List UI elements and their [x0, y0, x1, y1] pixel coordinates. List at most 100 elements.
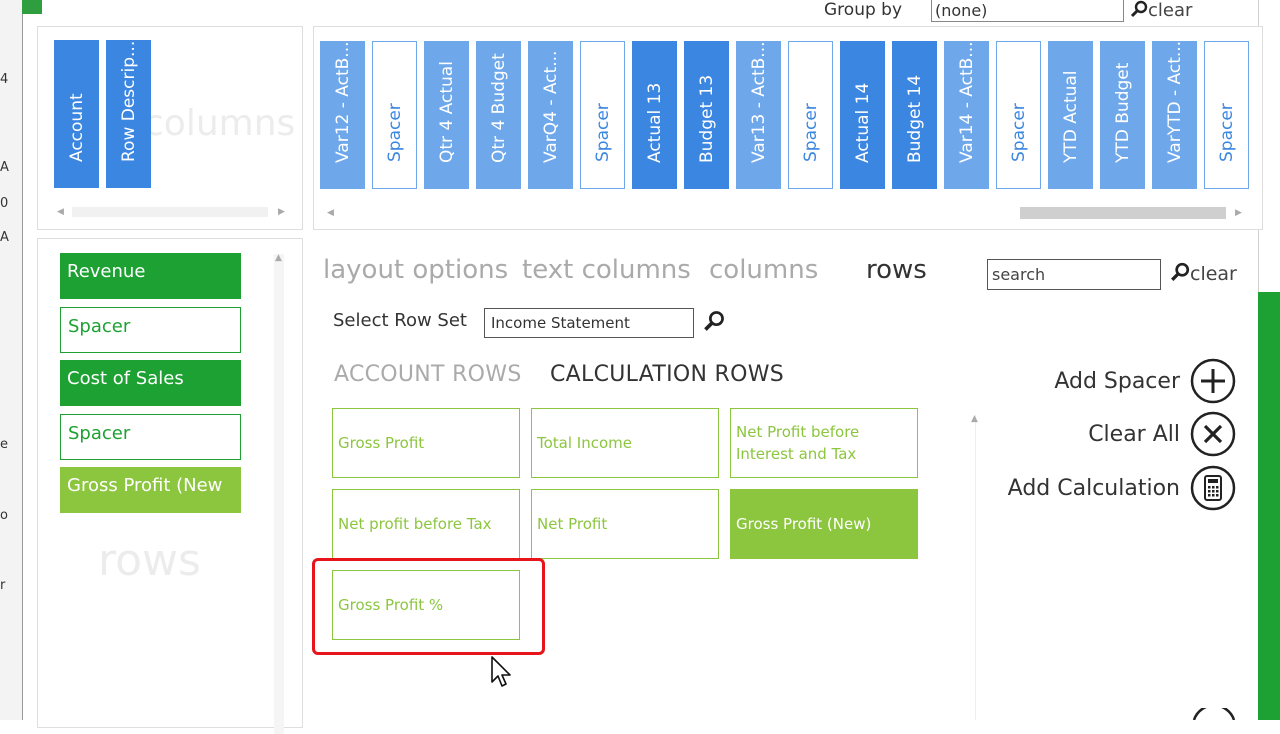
bg-fragment: A	[0, 230, 9, 245]
search-clear-button[interactable]: clear	[1170, 262, 1237, 285]
calculation-row-tile[interactable]: Total Income	[531, 408, 719, 478]
tab-columns[interactable]: columns	[709, 255, 818, 285]
tab-account-rows[interactable]: ACCOUNT ROWS	[334, 362, 522, 387]
column-tile[interactable]: Actual 13	[632, 41, 677, 189]
columns-panel: Var12 - ActB... Spacer Qtr 4 Actual Qtr 4 B…	[313, 26, 1263, 230]
calculation-row-tile[interactable]: Net Profit	[531, 489, 719, 559]
column-tile[interactable]: Var13 - ActB...	[736, 41, 781, 189]
calculation-row-tile[interactable]: Gross Profit	[332, 408, 520, 478]
group-by-select[interactable]: (none)	[931, 0, 1124, 22]
column-tile[interactable]: VarQ4 - Act...	[528, 41, 573, 189]
group-by-clear-label: clear	[1148, 0, 1193, 21]
bg-fragment: A	[0, 160, 9, 175]
column-tile-label: Qtr 4 Budget	[488, 53, 509, 163]
column-tile-label: VarQ4 - Act...	[540, 50, 561, 163]
column-tile[interactable]: Spacer	[996, 41, 1041, 189]
scroll-up-icon[interactable]: ▲	[971, 414, 978, 424]
column-tile[interactable]: YTD Budget	[1100, 41, 1145, 189]
column-tile[interactable]: Spacer	[1204, 41, 1249, 189]
bg-fragment: o	[0, 508, 8, 523]
column-tile[interactable]: Qtr 4 Budget	[476, 41, 521, 189]
mouse-cursor-icon	[491, 656, 511, 687]
row-tile[interactable]: Revenue	[60, 253, 241, 299]
add-spacer-label: Add Spacer	[1054, 369, 1180, 394]
calculation-row-tile[interactable]: Gross Profit (New)	[730, 489, 918, 559]
row-set-label: Select Row Set	[333, 310, 467, 331]
clear-all-label: Clear All	[1088, 422, 1180, 447]
row-tile[interactable]: Cost of Sales	[60, 360, 241, 406]
app-icon	[22, 0, 42, 14]
row-tile[interactable]: Spacer	[60, 413, 241, 460]
background-window-edge: 4 A 0 A e o r	[0, 0, 23, 720]
column-tile-label: Spacer	[800, 103, 821, 162]
plus-circle-icon[interactable]	[1190, 358, 1236, 404]
tab-layout-options[interactable]: layout options	[323, 255, 508, 285]
text-column-tile-label: Account	[66, 93, 87, 162]
column-tile-label: Spacer	[384, 103, 405, 162]
search-clear-label: clear	[1190, 263, 1237, 285]
column-tile-label: Actual 13	[644, 82, 665, 163]
column-tile-label: Budget 13	[696, 74, 717, 163]
horizontal-scrollbar[interactable]	[72, 207, 268, 217]
scroll-left-icon[interactable]: ◀	[57, 207, 64, 217]
column-tile[interactable]: Budget 13	[684, 41, 729, 189]
bg-fragment: 0	[0, 196, 9, 211]
text-column-tile-label: Row Descrip...	[118, 40, 139, 162]
scroll-right-icon[interactable]: ▶	[278, 207, 285, 217]
vertical-scrollbar[interactable]	[975, 415, 976, 720]
search-icon[interactable]	[703, 310, 725, 332]
scroll-right-icon[interactable]: ▶	[1235, 208, 1242, 218]
horizontal-scrollbar-thumb[interactable]	[1020, 207, 1226, 219]
column-tile-label: YTD Actual	[1060, 70, 1081, 163]
row-tile[interactable]: Gross Profit (New	[60, 467, 241, 513]
column-tile[interactable]: Budget 14	[892, 41, 937, 189]
add-calculation-label: Add Calculation	[1007, 476, 1180, 501]
column-tile[interactable]: Var14 - ActB...	[944, 41, 989, 189]
column-tile-label: Budget 14	[904, 74, 925, 163]
tab-rows[interactable]: rows	[866, 255, 927, 285]
panel-watermark: columns	[144, 103, 296, 144]
column-tile-label: YTD Budget	[1112, 62, 1133, 163]
column-tile[interactable]: Var12 - ActB...	[320, 41, 365, 189]
tab-calculation-rows[interactable]: CALCULATION ROWS	[550, 362, 784, 387]
column-tile[interactable]: Spacer	[580, 41, 625, 189]
calculator-icon[interactable]	[1190, 465, 1236, 511]
column-tile[interactable]: Actual 14	[840, 41, 885, 189]
bg-fragment: r	[0, 578, 6, 593]
group-by-clear-button[interactable]: clear	[1130, 0, 1192, 21]
column-tile-label: VarYTD - Act...	[1164, 41, 1185, 163]
column-tile[interactable]: YTD Actual	[1048, 41, 1093, 189]
text-column-tile[interactable]: Row Descrip...	[106, 40, 151, 188]
highlight-annotation	[312, 558, 545, 655]
row-set-select[interactable]: Income Statement	[484, 308, 694, 338]
column-tile[interactable]: Spacer	[372, 41, 417, 189]
bg-fragment: 4	[0, 72, 9, 87]
search-icon	[1130, 0, 1148, 18]
column-tile[interactable]: Spacer	[788, 41, 833, 189]
column-tile-label: Spacer	[1008, 103, 1029, 162]
search-input[interactable]: search	[987, 259, 1161, 290]
group-by-label: Group by	[824, 0, 903, 20]
column-tile-label: Var13 - ActB...	[748, 41, 769, 163]
column-tile[interactable]: VarYTD - Act...	[1152, 41, 1197, 189]
column-tile-label: Spacer	[1216, 103, 1237, 162]
scroll-left-icon[interactable]: ◀	[327, 208, 334, 218]
calculation-row-tile[interactable]: Net Profit before Interest and Tax	[730, 408, 918, 478]
text-columns-panel: columns Account Row Descrip... ◀ ▶	[37, 26, 303, 230]
column-tile-label: Qtr 4 Actual	[436, 61, 457, 163]
row-tile[interactable]: Spacer	[60, 306, 241, 353]
vertical-scrollbar[interactable]	[274, 254, 284, 734]
column-tile-label: Var12 - ActB...	[332, 41, 353, 163]
close-circle-icon[interactable]	[1190, 411, 1236, 457]
partial-circle-icon[interactable]	[1192, 708, 1236, 720]
bg-fragment: e	[0, 437, 8, 452]
scroll-up-icon[interactable]: ▲	[275, 253, 282, 263]
tab-text-columns[interactable]: text columns	[522, 255, 691, 285]
column-tile-label: Actual 14	[852, 82, 873, 163]
search-icon	[1171, 262, 1190, 281]
column-tile[interactable]: Qtr 4 Actual	[424, 41, 469, 189]
column-tile-label: Spacer	[592, 103, 613, 162]
calculation-row-tile[interactable]: Net profit before Tax	[332, 489, 520, 559]
side-accent-bar	[1258, 292, 1280, 720]
text-column-tile[interactable]: Account	[54, 40, 99, 188]
